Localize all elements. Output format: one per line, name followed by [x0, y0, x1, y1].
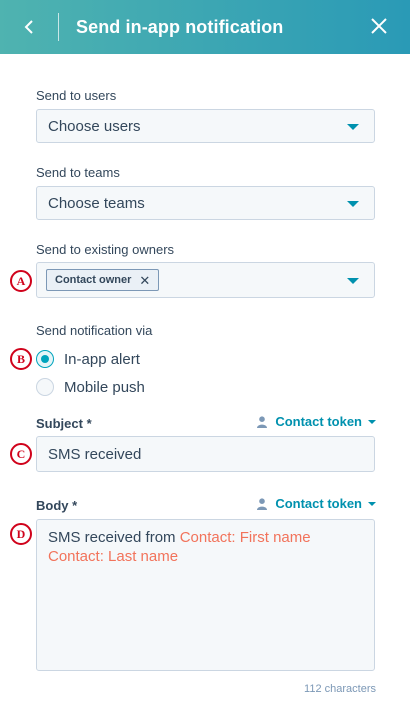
token-button-label: Contact token	[275, 414, 362, 429]
caret-down-icon	[347, 278, 359, 284]
remove-tag-icon[interactable]: ✕	[139, 274, 150, 287]
marker-c: C	[10, 443, 32, 465]
caret-down-icon	[368, 419, 376, 424]
caret-down-icon	[368, 501, 376, 506]
chevron-left-icon	[24, 20, 33, 34]
body-label: Body *	[36, 498, 78, 513]
last-name-token[interactable]: Contact: Last name	[48, 548, 178, 565]
close-button[interactable]	[364, 11, 394, 41]
owner-tag-label: Contact owner	[55, 274, 132, 286]
owner-tag: Contact owner ✕	[46, 269, 160, 291]
users-select-value: Choose users	[48, 117, 141, 135]
teams-select-value: Choose teams	[48, 194, 145, 212]
radio-label: Mobile push	[64, 378, 145, 396]
first-name-token[interactable]: Contact: First name	[180, 529, 311, 546]
subject-contact-token-button[interactable]: Contact token	[257, 414, 376, 429]
token-button-label: Contact token	[275, 496, 362, 511]
owners-select[interactable]: Contact owner ✕	[36, 262, 375, 298]
close-icon	[371, 18, 387, 34]
radio-mobile-push[interactable]: Mobile push	[36, 378, 145, 396]
radio-in-app-alert[interactable]: In-app alert	[36, 350, 140, 368]
marker-b: B	[10, 348, 32, 370]
body-text: SMS received from	[48, 529, 176, 546]
marker-a: A	[10, 270, 32, 292]
body-contact-token-button[interactable]: Contact token	[257, 496, 376, 511]
subject-value: SMS received	[48, 445, 142, 463]
users-select[interactable]: Choose users	[36, 109, 375, 143]
panel-header: Send in-app notification	[0, 0, 410, 54]
owners-label: Send to existing owners	[36, 242, 175, 257]
radio-button-checked[interactable]	[36, 350, 54, 368]
radio-label: In-app alert	[64, 350, 140, 368]
teams-select[interactable]: Choose teams	[36, 186, 375, 220]
person-icon	[257, 415, 268, 428]
teams-label: Send to teams	[36, 165, 120, 180]
header-divider	[58, 13, 59, 41]
character-count: 112 characters	[304, 683, 376, 695]
caret-down-icon	[347, 201, 359, 207]
marker-d: D	[10, 523, 32, 545]
subject-label: Subject *	[36, 416, 92, 431]
back-button[interactable]	[0, 0, 58, 54]
radio-button[interactable]	[36, 378, 54, 396]
caret-down-icon	[347, 124, 359, 130]
users-label: Send to users	[36, 88, 117, 103]
notify-via-label: Send notification via	[36, 323, 153, 338]
person-icon	[257, 497, 268, 510]
panel-title: Send in-app notification	[76, 16, 284, 37]
subject-input[interactable]: SMS received	[36, 436, 375, 472]
body-textarea[interactable]: SMS received from Contact: First name Co…	[36, 519, 375, 671]
